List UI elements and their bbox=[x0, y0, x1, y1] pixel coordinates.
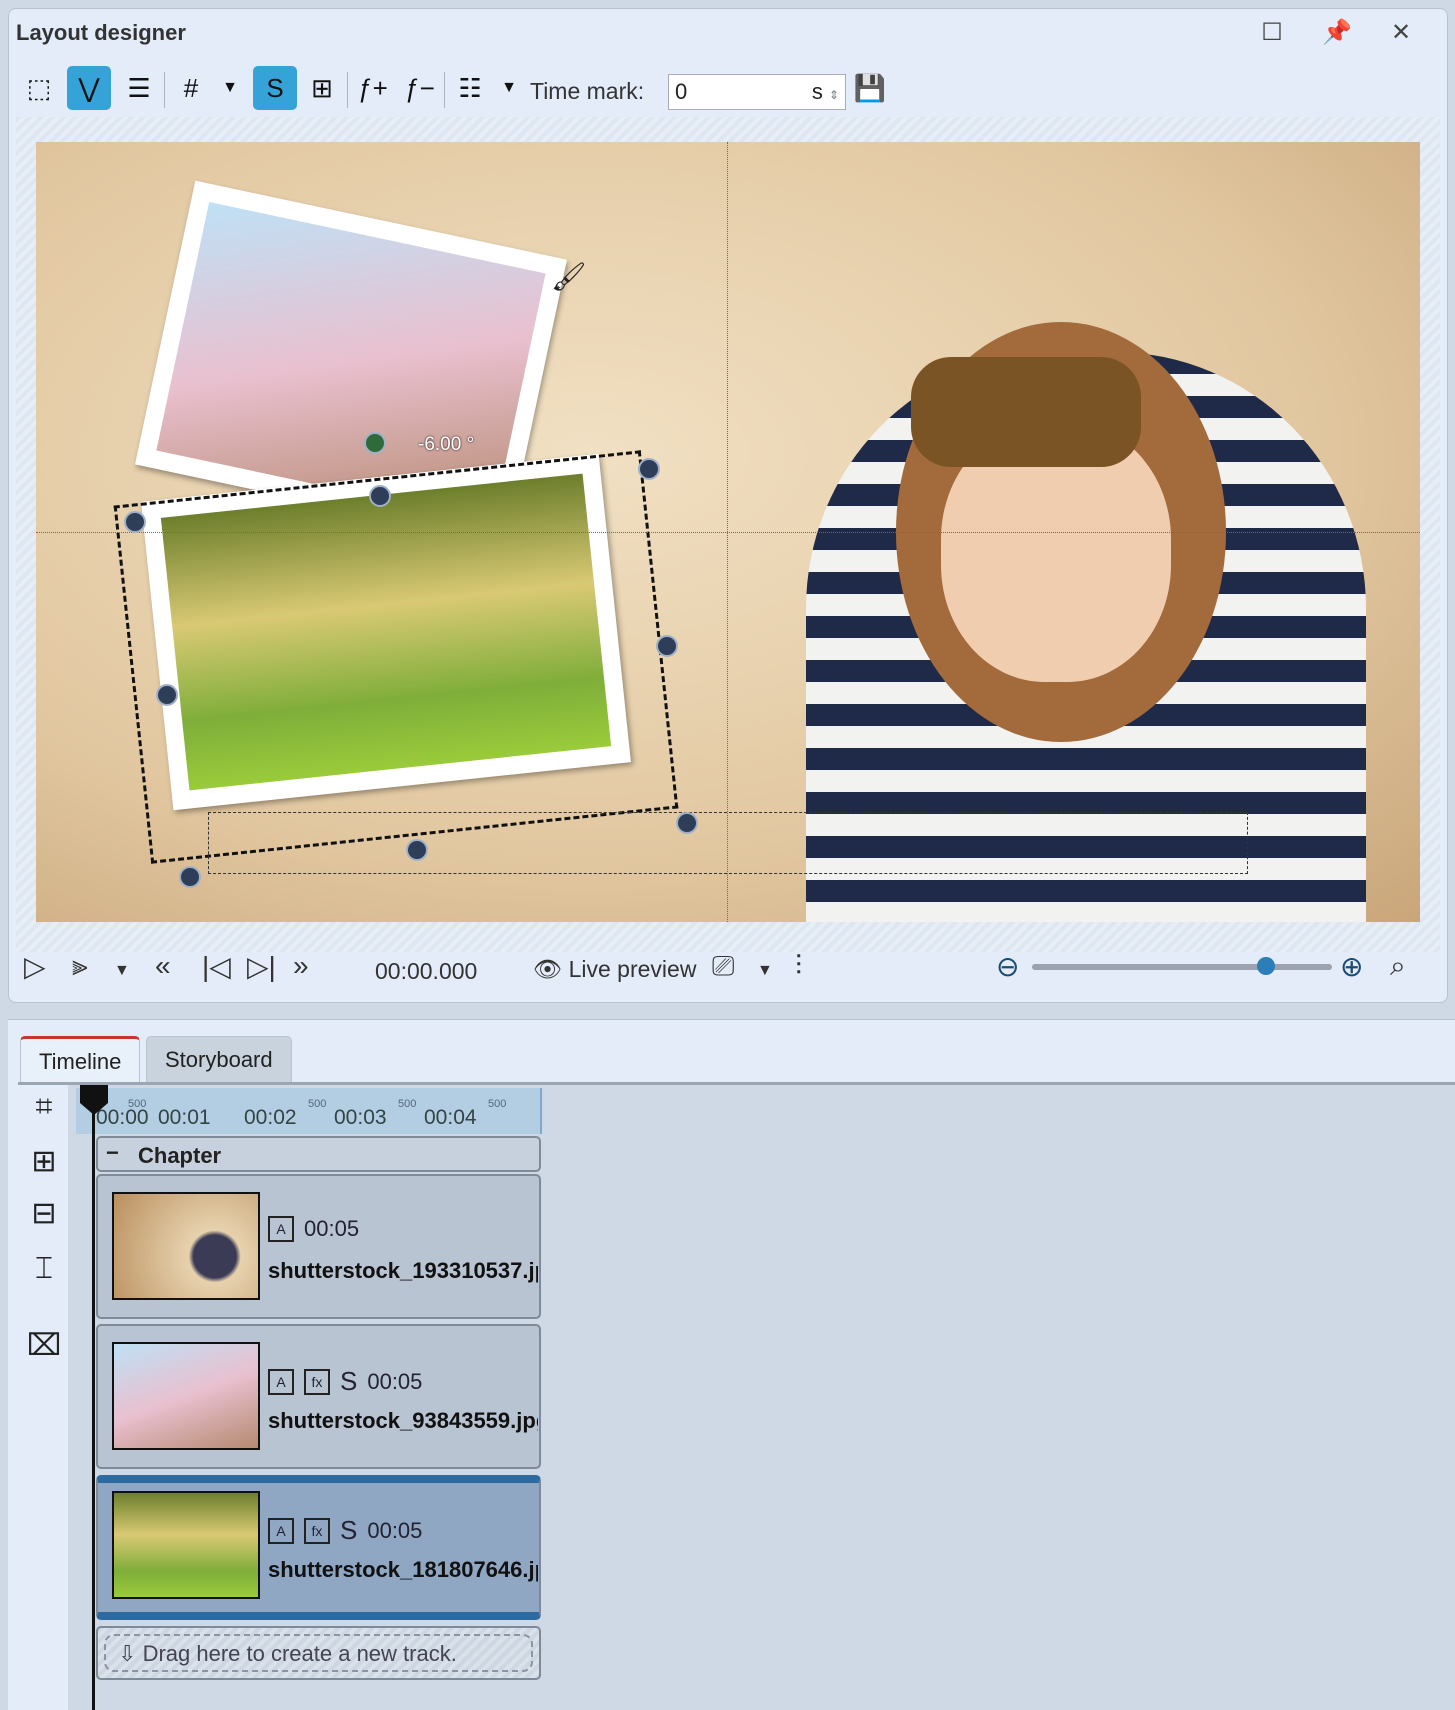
spinner-icon[interactable]: ⇕ bbox=[829, 88, 839, 102]
camera-icon[interactable]: ⊞ bbox=[300, 66, 344, 110]
track-item[interactable]: A 00:05 shutterstock_193310537.jpg bbox=[96, 1174, 541, 1319]
motion-path-icon[interactable]: ⋁ bbox=[67, 66, 111, 110]
fx-icon[interactable]: fx bbox=[304, 1517, 330, 1544]
image-icon[interactable]: A bbox=[268, 1517, 294, 1544]
chapter-label: Chapter bbox=[138, 1143, 222, 1168]
track-duration: 00:05 bbox=[367, 1517, 423, 1543]
resize-handle[interactable] bbox=[638, 458, 660, 480]
list-dropdown-icon[interactable]: ▼ bbox=[487, 66, 531, 110]
ruler-minor: 500 bbox=[488, 1098, 507, 1110]
save-icon[interactable]: 💾 bbox=[848, 66, 892, 110]
remove-track-icon[interactable]: ⊟ bbox=[22, 1196, 66, 1240]
curve-icon[interactable]: S bbox=[253, 66, 297, 110]
track-item-selected[interactable]: Afx S 00:05 shutterstock_181807646.jpg bbox=[96, 1475, 541, 1620]
close-icon[interactable]: ✕ bbox=[1386, 18, 1416, 48]
resize-handle[interactable] bbox=[124, 511, 146, 533]
track-name: shutterstock_181807646.jpg bbox=[268, 1557, 538, 1582]
fast-forward-icon[interactable]: » bbox=[293, 950, 309, 982]
ruler-minor: 500 bbox=[398, 1098, 417, 1110]
ruler-label: 00:02 bbox=[244, 1106, 297, 1129]
grid-dropdown-icon[interactable]: ▼ bbox=[208, 66, 252, 110]
image-icon[interactable]: A bbox=[268, 1368, 294, 1395]
rewind-icon[interactable]: « bbox=[155, 950, 171, 982]
ruler-label: 00:03 bbox=[334, 1106, 387, 1129]
resize-handle[interactable] bbox=[656, 635, 678, 657]
play-dropdown-icon[interactable]: ▼ bbox=[114, 962, 130, 980]
live-preview-button[interactable]: 👁 Live preview bbox=[533, 956, 696, 983]
track-name: shutterstock_93843559.jpg bbox=[268, 1408, 538, 1433]
ruler-label: 00:04 bbox=[424, 1106, 477, 1129]
resize-handle[interactable] bbox=[406, 839, 428, 861]
window-title: Layout designer bbox=[16, 20, 186, 45]
scissors-tool-icon[interactable]: ⌗ bbox=[22, 1090, 66, 1134]
play-icon[interactable]: ▷ bbox=[24, 950, 46, 983]
track-duration: 00:05 bbox=[367, 1368, 423, 1394]
next-icon[interactable]: ▷| bbox=[247, 950, 276, 983]
ruler-minor: 500 bbox=[128, 1098, 147, 1110]
brush-icon: 🖌 bbox=[551, 261, 587, 292]
fit-all-icon[interactable]: ⌧ bbox=[22, 1328, 66, 1372]
tab-timeline[interactable]: Timeline bbox=[20, 1036, 141, 1082]
zoom-out-icon[interactable]: ⊖ bbox=[996, 950, 1019, 983]
zoom-in-icon[interactable]: ⊕ bbox=[1340, 950, 1363, 983]
track-thumbnail bbox=[112, 1192, 260, 1300]
timecode: 00:00.000 bbox=[375, 958, 478, 984]
collapse-icon[interactable]: − bbox=[106, 1140, 119, 1166]
track-name: shutterstock_193310537.jpg bbox=[268, 1258, 538, 1283]
preview-mode-icon[interactable]: ⎚ bbox=[712, 950, 734, 983]
resize-handle[interactable] bbox=[179, 866, 201, 888]
image-icon[interactable]: A bbox=[268, 1216, 294, 1242]
rotation-readout: -6.00 ° bbox=[418, 434, 475, 455]
time-mark-input[interactable]: 0 s ⇕ bbox=[668, 74, 846, 110]
fx-icon[interactable]: fx bbox=[304, 1368, 330, 1395]
rotate-handle[interactable] bbox=[364, 432, 386, 454]
preview-dropdown-icon[interactable]: ▼ bbox=[757, 962, 773, 980]
time-mark-value[interactable]: 0 bbox=[675, 79, 687, 105]
binoculars bbox=[911, 357, 1141, 467]
add-keypoint-icon[interactable]: ƒ+ bbox=[351, 66, 395, 110]
chapter-header[interactable]: − Chapter bbox=[96, 1136, 541, 1172]
track-thumbnail bbox=[112, 1342, 260, 1450]
motion-icon[interactable]: S bbox=[340, 1366, 357, 1397]
remove-keypoint-icon[interactable]: ƒ− bbox=[398, 66, 442, 110]
play-from-icon[interactable]: ⫸ bbox=[72, 950, 88, 983]
ruler-minor: 500 bbox=[308, 1098, 327, 1110]
resize-handle[interactable] bbox=[369, 485, 391, 507]
maximize-icon[interactable]: ☐ bbox=[1257, 18, 1287, 48]
selection-box[interactable] bbox=[113, 450, 679, 864]
live-preview-label: Live preview bbox=[568, 956, 697, 982]
tab-storyboard[interactable]: Storyboard bbox=[146, 1036, 292, 1082]
ruler-label: 00:01 bbox=[158, 1106, 211, 1129]
track-item[interactable]: Afx S 00:05 shutterstock_93843559.jpg bbox=[96, 1324, 541, 1469]
arrow-down-icon: ⇩ bbox=[118, 1641, 137, 1666]
text-frame[interactable] bbox=[208, 812, 1248, 874]
resize-handle[interactable] bbox=[676, 812, 698, 834]
zoom-fit-icon[interactable]: ⌕ bbox=[1390, 950, 1406, 983]
pin-icon[interactable]: 📌 bbox=[1322, 18, 1352, 48]
audio-level-icon[interactable]: ⫶ bbox=[795, 950, 802, 983]
layers-icon[interactable]: ☰ bbox=[117, 66, 161, 110]
time-mark-unit: s bbox=[811, 79, 823, 104]
select-area-icon[interactable]: ⬚ bbox=[17, 66, 61, 110]
playhead[interactable] bbox=[92, 1085, 95, 1710]
horizontal-guide bbox=[36, 532, 1420, 533]
layout-canvas[interactable]: -6.00 ° 🖌 bbox=[36, 142, 1420, 922]
add-track-icon[interactable]: ⊞ bbox=[22, 1144, 66, 1188]
grid-icon[interactable]: # bbox=[169, 66, 213, 110]
time-mark-label: Time mark: bbox=[530, 78, 645, 104]
list-icon[interactable]: ☷ bbox=[448, 66, 492, 110]
track-duration: 00:05 bbox=[304, 1216, 360, 1241]
drop-zone[interactable]: ⇩ Drag here to create a new track. bbox=[96, 1626, 541, 1680]
eye-icon: 👁 bbox=[533, 956, 563, 982]
zoom-slider-knob[interactable] bbox=[1257, 957, 1275, 975]
track-thumbnail bbox=[112, 1491, 260, 1599]
zoom-slider[interactable] bbox=[1032, 957, 1332, 975]
fit-width-icon[interactable]: ⌶ bbox=[22, 1252, 66, 1296]
motion-icon[interactable]: S bbox=[340, 1515, 357, 1546]
resize-handle[interactable] bbox=[156, 684, 178, 706]
previous-icon[interactable]: |◁ bbox=[202, 950, 231, 983]
drop-zone-label: Drag here to create a new track. bbox=[142, 1641, 457, 1666]
